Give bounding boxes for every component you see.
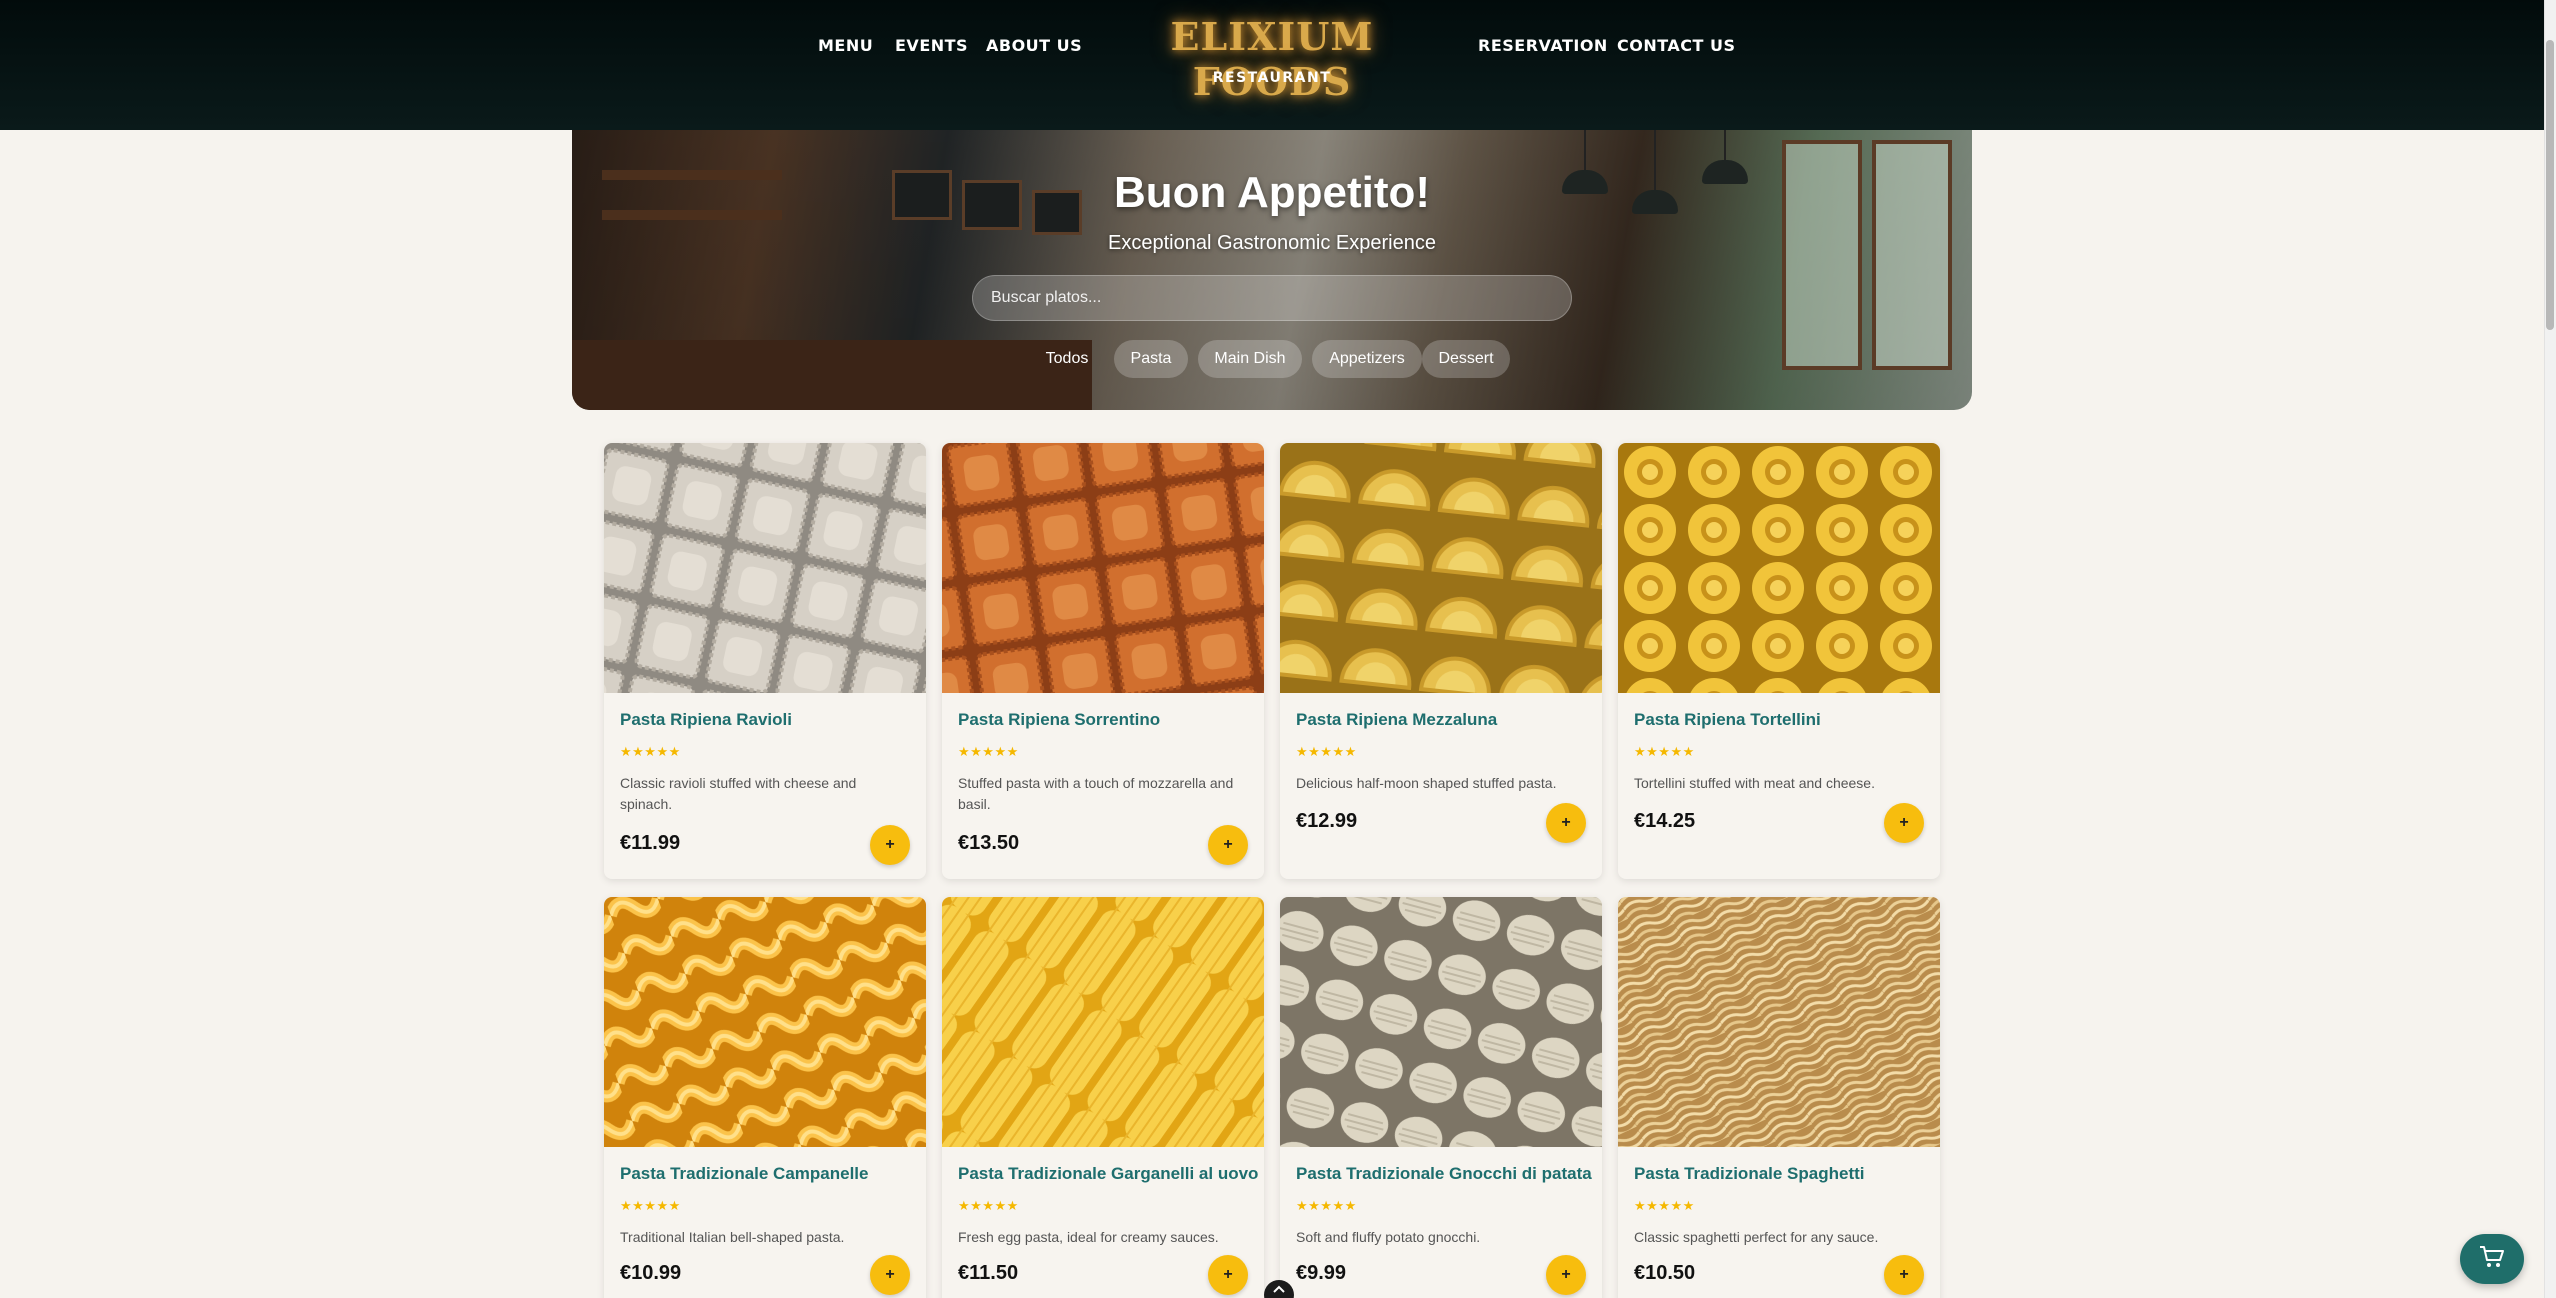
dish-price: €11.99 <box>620 832 681 854</box>
add-to-cart-button[interactable]: + <box>870 825 910 865</box>
add-to-cart-button[interactable]: + <box>1884 803 1924 843</box>
nav-about-link[interactable]: ABOUT US <box>986 36 1082 55</box>
filter-chip-todos[interactable]: Todos <box>1032 340 1102 378</box>
dish-image-garganelli <box>942 897 1264 1147</box>
dish-title: Pasta Tradizionale Spaghetti <box>1634 1164 1865 1183</box>
scrollbar-thumb[interactable] <box>2546 40 2554 330</box>
dish-image-gnocchi <box>1280 897 1602 1147</box>
dish-description: Traditional Italian bell-shaped pasta. <box>620 1229 845 1245</box>
rating-stars: ★★★★★ <box>958 744 1019 759</box>
dish-card[interactable]: Pasta Tradizionale Spaghetti ★★★★★ Class… <box>1618 897 1940 1298</box>
dish-price: €10.99 <box>620 1262 682 1284</box>
nav-contact-link[interactable]: CONTACT US <box>1617 36 1736 55</box>
dish-price: €11.50 <box>958 1262 1019 1284</box>
dish-description: Classic ravioli stuffed with cheese and … <box>620 775 857 812</box>
hero-banner: Buon Appetito! Exceptional Gastronomic E… <box>572 130 1972 410</box>
filter-chip-appetizers[interactable]: Appetizers <box>1312 340 1422 378</box>
nav-menu-link[interactable]: MENU <box>818 36 873 55</box>
rating-stars: ★★★★★ <box>1296 1198 1357 1213</box>
dish-description: Classic spaghetti perfect for any sauce. <box>1634 1229 1879 1245</box>
dish-price: €9.99 <box>1296 1262 1347 1284</box>
add-to-cart-button[interactable]: + <box>1208 1255 1248 1295</box>
dish-image-tortellini <box>1618 443 1940 693</box>
dish-description: Fresh egg pasta, ideal for creamy sauces… <box>958 1229 1219 1245</box>
dish-image-sorrentino <box>942 443 1264 693</box>
dish-title: Pasta Tradizionale Garganelli al uovo <box>958 1164 1259 1183</box>
logo-subtitle: RESTAURANT <box>1212 70 1332 86</box>
add-to-cart-button[interactable]: + <box>1208 825 1248 865</box>
dish-card[interactable]: Pasta Tradizionale Garganelli al uovo ★★… <box>942 897 1264 1298</box>
dish-image-spaghetti <box>1618 897 1940 1147</box>
dish-description: Soft and fluffy potato gnocchi. <box>1296 1229 1481 1245</box>
rating-stars: ★★★★★ <box>620 1198 681 1213</box>
dish-image-ravioli <box>604 443 926 693</box>
hero-title: Buon Appetito! <box>1113 168 1431 217</box>
dish-price: €12.99 <box>1296 810 1358 832</box>
dish-description: Delicious half-moon shaped stuffed pasta… <box>1296 775 1557 791</box>
dish-price: €14.25 <box>1634 810 1696 832</box>
filter-chip-main-dish[interactable]: Main Dish <box>1198 340 1302 378</box>
nav-events-link[interactable]: EVENTS <box>895 36 968 55</box>
dish-title: Pasta Ripiena Ravioli <box>620 710 792 729</box>
add-to-cart-button[interactable]: + <box>870 1255 910 1295</box>
dish-image-campanelle <box>604 897 926 1147</box>
dish-card[interactable]: Pasta Tradizionale Gnocchi di patata ★★★… <box>1280 897 1602 1298</box>
rating-stars: ★★★★★ <box>1634 1198 1695 1213</box>
dish-title: Pasta Ripiena Tortellini <box>1634 710 1821 729</box>
dish-card[interactable]: Pasta Ripiena Mezzaluna ★★★★★ Delicious … <box>1280 443 1602 879</box>
nav-reservation-link[interactable]: RESERVATION <box>1478 36 1608 55</box>
site-logo[interactable]: ELIXIUM FOODS <box>1120 14 1424 104</box>
filter-chip-pasta[interactable]: Pasta <box>1114 340 1188 378</box>
dish-card[interactable]: Pasta Ripiena Ravioli ★★★★★ Classic ravi… <box>604 443 926 879</box>
dish-description: Stuffed pasta with a touch of mozzarella… <box>958 775 1234 812</box>
dish-card[interactable]: Pasta Ripiena Sorrentino ★★★★★ Stuffed p… <box>942 443 1264 879</box>
add-to-cart-button[interactable]: + <box>1546 803 1586 843</box>
hero-subtitle: Exceptional Gastronomic Experience <box>1108 232 1436 254</box>
filter-chip-dessert[interactable]: Dessert <box>1422 340 1510 378</box>
dish-search-input[interactable] <box>972 275 1572 321</box>
lamp-cord-decoration <box>1584 130 1586 170</box>
cart-button[interactable] <box>2460 1234 2524 1284</box>
dish-title: Pasta Tradizionale Campanelle <box>620 1164 869 1183</box>
dish-title: Pasta Tradizionale Gnocchi di patata <box>1296 1164 1592 1183</box>
rating-stars: ★★★★★ <box>1296 744 1357 759</box>
dish-card[interactable]: Pasta Tradizionale Campanelle ★★★★★ Trad… <box>604 897 926 1298</box>
add-to-cart-button[interactable]: + <box>1884 1255 1924 1295</box>
counter-decoration <box>572 340 1092 410</box>
dish-price: €13.50 <box>958 832 1020 854</box>
lamp-cord-decoration <box>1724 130 1726 160</box>
dish-title: Pasta Ripiena Mezzaluna <box>1296 710 1498 729</box>
dish-image-mezzaluna <box>1280 443 1602 693</box>
dish-title: Pasta Ripiena Sorrentino <box>958 710 1161 729</box>
dish-price: €10.50 <box>1634 1262 1696 1284</box>
dish-card[interactable]: Pasta Ripiena Tortellini ★★★★★ Tortellin… <box>1618 443 1940 879</box>
dish-description: Tortellini stuffed with meat and cheese. <box>1634 775 1875 791</box>
add-to-cart-button[interactable]: + <box>1546 1255 1586 1295</box>
rating-stars: ★★★★★ <box>620 744 681 759</box>
site-header: MENU EVENTS ABOUT US ELIXIUM FOODS RESTA… <box>0 0 2544 130</box>
rating-stars: ★★★★★ <box>1634 744 1695 759</box>
shopping-cart-icon <box>2479 1245 2505 1274</box>
rating-stars: ★★★★★ <box>958 1198 1019 1213</box>
page-scrollbar[interactable] <box>2544 0 2556 1298</box>
